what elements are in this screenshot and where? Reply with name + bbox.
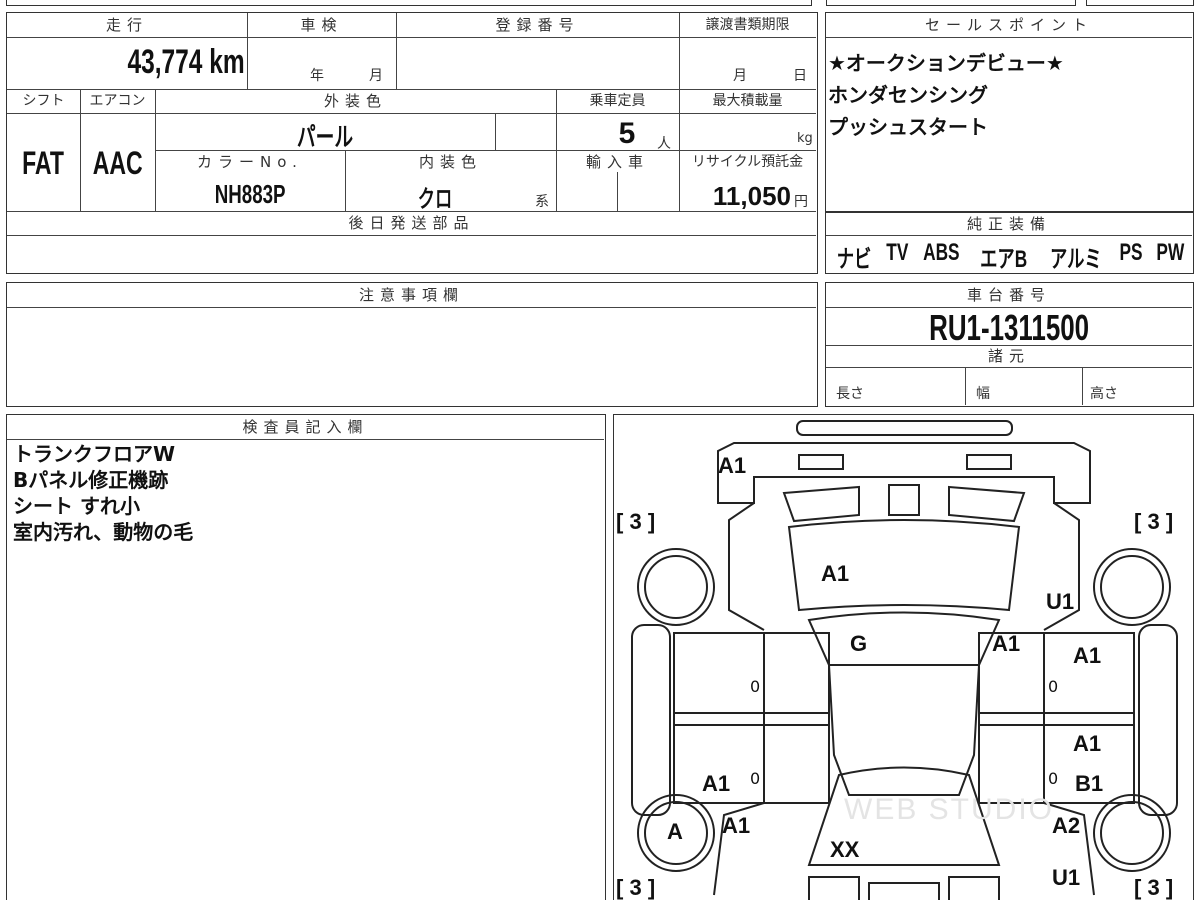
equipment-box: 純正装備 ナビ TV ABS エアB アルミ PS PW	[825, 212, 1194, 274]
damage-mark: A1	[722, 813, 751, 838]
inspector-note: トランクフロアW	[13, 442, 176, 466]
chassis-label: 車台番号	[966, 286, 1051, 304]
door-mark-zero: 0	[1048, 677, 1059, 696]
spec-height: 高さ	[1090, 386, 1118, 402]
damage-mark: B1	[1075, 771, 1104, 796]
sales-points-label: セールスポイント	[924, 16, 1093, 34]
max-load-label: 最大積載量	[712, 93, 783, 109]
notes-label: 注意事項欄	[358, 286, 464, 304]
exterior-color-value: パール	[296, 122, 354, 152]
recycle-label: リサイクル預託金	[691, 154, 804, 170]
interior-color-label: 内装色	[418, 153, 482, 171]
mileage-label: 走行	[105, 16, 148, 34]
inspector-label: 検査員記入欄	[242, 418, 369, 436]
color-no-label: カラーNo.	[197, 153, 303, 171]
top-strip	[6, 0, 1194, 6]
equipment-item: ナビ	[836, 246, 872, 273]
specs-label: 諸元	[987, 347, 1030, 365]
transfer-deadline-label: 譲渡書類期限	[705, 17, 790, 33]
chassis-number: RU1-1311500	[929, 307, 1089, 348]
recycle-unit: 円	[794, 194, 808, 210]
damage-mark: A1	[718, 453, 747, 478]
damage-mark: A1	[992, 631, 1021, 656]
equipment-item: PW	[1156, 239, 1185, 266]
capacity-label: 乗車定員	[589, 93, 646, 109]
car-diagram: WEB STUDIO [ 3 ] [ 3 ] [ 3 ] [ 3 ] 0 0 0…	[613, 414, 1194, 900]
color-no-value: NH883P	[214, 179, 286, 209]
inspector-notes: トランクフロアW Bパネル修正機跡 シート すれ小 室内汚れ、動物の毛	[13, 441, 193, 545]
shift-value: FAT	[22, 145, 65, 181]
equipment-item: TV	[886, 239, 909, 266]
tread-depth-rear-right: [ 3 ]	[1134, 509, 1174, 534]
equipment-item: アルミ	[1049, 246, 1102, 273]
capacity-value: 5	[618, 117, 636, 150]
damage-mark: G	[850, 631, 868, 656]
inspection-label: 車検	[300, 16, 343, 34]
mileage-value: 43,774 km	[127, 43, 245, 81]
door-mark-zero: 0	[1048, 769, 1059, 788]
spec-length: 長さ	[836, 386, 864, 402]
later-parts-label: 後日発送部品	[348, 214, 475, 232]
aircon-value: AAC	[92, 145, 143, 181]
sales-points-box: セールスポイント ★オークションデビュー★ ホンダセンシング プッシュスタート	[825, 12, 1194, 212]
registration-label: 登録番号	[495, 16, 580, 34]
tread-depth-rear-left: [ 3 ]	[616, 509, 656, 534]
inspector-note: 室内汚れ、動物の毛	[13, 520, 194, 544]
sales-point-line: ホンダセンシング	[828, 83, 988, 107]
sales-point-line: ★オークションデビュー★	[828, 51, 1064, 75]
exterior-color-label: 外装色	[323, 92, 387, 110]
capacity-unit: 人	[657, 136, 671, 152]
interior-color-value: クロ	[417, 186, 453, 213]
interior-color-suffix: 系	[535, 194, 549, 210]
shift-label: シフト	[22, 93, 65, 109]
inspector-note: Bパネル修正機跡	[13, 468, 169, 492]
equipment-label: 純正装備	[966, 215, 1051, 233]
transfer-day: 日	[793, 68, 807, 84]
transfer-month: 月	[733, 68, 747, 84]
car-outline	[631, 420, 1178, 900]
damage-mark: A	[667, 819, 683, 844]
sales-point-line: プッシュスタート	[828, 115, 988, 139]
inspector-note: シート すれ小	[13, 494, 140, 518]
damage-mark: XX	[830, 837, 860, 862]
equipment-item: ABS	[923, 239, 960, 266]
equipment-item: エアB	[979, 246, 1027, 273]
recycle-value: 11,050	[712, 181, 791, 211]
damage-mark: A1	[1073, 643, 1102, 668]
spec-width: 幅	[976, 386, 990, 402]
max-load-unit: kg	[797, 131, 813, 146]
equipment-item: PS	[1119, 239, 1143, 266]
door-mark-zero: 0	[750, 677, 761, 696]
tread-depth-front-left: [ 3 ]	[616, 875, 656, 900]
damage-mark: A1	[821, 561, 850, 586]
equipment-list: ナビ TV ABS エアB アルミ PS PW	[830, 239, 1190, 274]
watermark: WEB STUDIO	[844, 793, 1055, 826]
tread-depth-front-right: [ 3 ]	[1134, 875, 1174, 900]
damage-mark: U1	[1052, 865, 1081, 890]
vehicle-info-form: 走行 車検 登録番号 譲渡書類期限 43,774 km 年 月 月 日 シフト …	[6, 12, 818, 274]
damage-mark: A1	[702, 771, 731, 796]
sales-points-list: ★オークションデビュー★ ホンダセンシング プッシュスタート	[828, 47, 1064, 143]
door-mark-zero: 0	[750, 769, 761, 788]
damage-mark: A2	[1052, 813, 1081, 838]
damage-mark: U1	[1046, 589, 1075, 614]
inspector-box: 検査員記入欄 トランクフロアW Bパネル修正機跡 シート すれ小 室内汚れ、動物…	[6, 414, 606, 900]
chassis-box: 車台番号 RU1-1311500 諸元 長さ 幅 高さ	[825, 282, 1194, 407]
inspection-month: 月	[369, 68, 383, 84]
inspection-year: 年	[310, 68, 324, 84]
import-label: 輸入車	[585, 153, 649, 171]
aircon-label: エアコン	[89, 93, 146, 109]
notes-box: 注意事項欄	[6, 282, 818, 407]
damage-mark: A1	[1073, 731, 1102, 756]
